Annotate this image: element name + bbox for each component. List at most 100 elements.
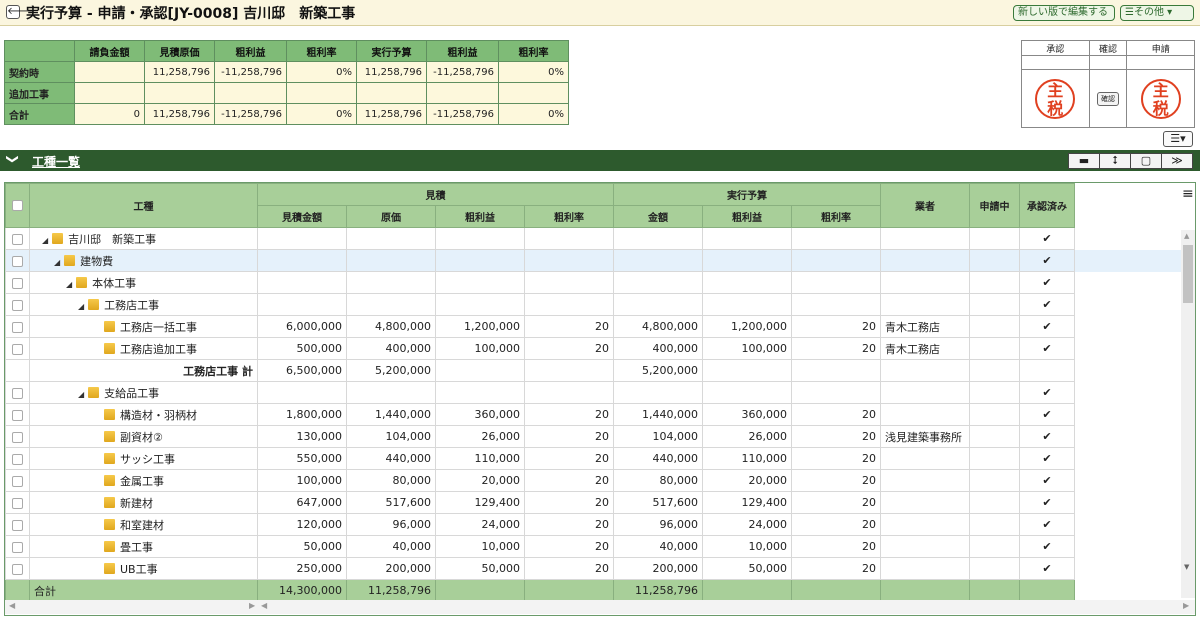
expand-triangle-icon[interactable]: ◢ bbox=[54, 258, 60, 267]
table-row[interactable]: ◢ 建物費 ✔ bbox=[5, 249, 1185, 272]
work-type-name[interactable]: 工務店一括工事 bbox=[120, 321, 197, 334]
scroll-right-icon-2[interactable]: ▶ bbox=[1183, 601, 1189, 610]
work-type-name[interactable]: 和室建材 bbox=[120, 519, 164, 532]
table-row[interactable]: 新建材 647,000 517,600 129,400 20 517,600 129,400… bbox=[5, 491, 1185, 514]
expand-triangle-icon[interactable]: ◢ bbox=[66, 280, 72, 289]
row-checkbox[interactable] bbox=[12, 233, 23, 245]
row-checkbox[interactable] bbox=[12, 453, 23, 465]
back-arrow-icon[interactable]: 🡐 bbox=[6, 5, 34, 19]
new-version-edit-button[interactable]: 新しい版で編集する bbox=[1013, 5, 1115, 21]
section-title[interactable]: 工種一覧 bbox=[32, 153, 80, 170]
table-row[interactable]: 金属工事 100,000 80,000 20,000 20 80,000 20,000 20 ✔ bbox=[5, 469, 1185, 492]
row-checkbox[interactable] bbox=[12, 409, 23, 421]
col-sub-0[interactable]: 見積金額 bbox=[257, 205, 347, 228]
row-checkbox[interactable] bbox=[12, 255, 23, 267]
table-row[interactable]: サッシ工事 550,000 440,000 110,000 20 440,000 110,0… bbox=[5, 447, 1185, 470]
col-vendor[interactable]: 業者 bbox=[880, 183, 970, 228]
amount-cell bbox=[524, 381, 614, 404]
confirm-button[interactable]: 確認 bbox=[1096, 92, 1119, 106]
row-checkbox[interactable] bbox=[12, 431, 23, 443]
work-type-name[interactable]: 新建材 bbox=[120, 497, 153, 510]
work-type-name[interactable]: 工務店工事 bbox=[104, 299, 159, 312]
expand-triangle-icon[interactable]: ◢ bbox=[42, 236, 48, 245]
table-row[interactable]: 副資材② 130,000 104,000 26,000 20 104,000 26,000 2… bbox=[5, 425, 1185, 448]
row-checkbox[interactable] bbox=[12, 563, 23, 575]
col-pending[interactable]: 申請中 bbox=[969, 183, 1020, 228]
resize-height-icon[interactable]: ⭥ bbox=[1099, 153, 1131, 169]
row-checkbox[interactable] bbox=[12, 277, 23, 289]
expand-triangle-icon[interactable]: ◢ bbox=[78, 390, 84, 399]
table-row[interactable]: UB工事 250,000 200,000 50,000 20 200,000 50,000 2… bbox=[5, 557, 1185, 580]
approved-cell: ✔ bbox=[1019, 337, 1075, 360]
work-type-name[interactable]: 吉川邸 新築工事 bbox=[68, 233, 156, 246]
scroll-left-icon[interactable]: ◀ bbox=[9, 601, 15, 610]
col-sub-1[interactable]: 原価 bbox=[346, 205, 436, 228]
vendor-cell bbox=[880, 249, 970, 272]
total-amount-cell bbox=[791, 579, 881, 602]
row-checkbox-cell bbox=[5, 359, 30, 382]
table-row[interactable]: ◢ 本体工事 ✔ bbox=[5, 271, 1185, 294]
amount-cell: 10,000 bbox=[435, 535, 525, 558]
other-menu-button[interactable]: ☰その他 ▾ bbox=[1120, 5, 1194, 21]
table-row[interactable]: 和室建材 120,000 96,000 24,000 20 96,000 24,000 20 ✔ bbox=[5, 513, 1185, 536]
table-row[interactable]: ◢ 支給品工事 ✔ bbox=[5, 381, 1185, 404]
row-checkbox[interactable] bbox=[12, 299, 23, 311]
work-type-name[interactable]: 構造材・羽柄材 bbox=[120, 409, 197, 422]
pending-cell bbox=[969, 271, 1020, 294]
total-amount-cell: 11,258,796 bbox=[346, 579, 436, 602]
work-type-name[interactable]: 畳工事 bbox=[120, 541, 153, 554]
table-row[interactable]: 工務店一括工事 6,000,000 4,800,000 1,200,000 20 4,80… bbox=[5, 315, 1185, 338]
scroll-up-icon[interactable]: ▲ bbox=[1184, 232, 1189, 240]
horizontal-scrollbar[interactable]: ◀ ▶ ◀ ▶ bbox=[5, 600, 1195, 614]
table-row[interactable]: 工務店工事 計 6,500,000 5,200,000 5,200,000 bbox=[5, 359, 1185, 382]
table-row[interactable]: 構造材・羽柄材 1,800,000 1,440,000 360,000 20 1,440,… bbox=[5, 403, 1185, 426]
col-approved[interactable]: 承認済み bbox=[1019, 183, 1075, 228]
work-type-name[interactable]: サッシ工事 bbox=[120, 453, 175, 466]
table-row[interactable]: ◢ 工務店工事 ✔ bbox=[5, 293, 1185, 316]
col-sub-2[interactable]: 粗利益 bbox=[435, 205, 525, 228]
vendor-cell: 青木工務店 bbox=[880, 337, 970, 360]
scroll-thumb[interactable] bbox=[1183, 245, 1193, 303]
col-kind[interactable]: 工種 bbox=[29, 183, 258, 228]
row-checkbox[interactable] bbox=[12, 387, 23, 399]
work-type-name[interactable]: 建物費 bbox=[80, 255, 113, 268]
amount-cell: 20 bbox=[791, 425, 881, 448]
minimize-icon[interactable]: ▬ bbox=[1068, 153, 1100, 169]
row-checkbox[interactable] bbox=[12, 343, 23, 355]
vertical-scrollbar[interactable]: ▲ ▼ bbox=[1181, 230, 1195, 598]
row-checkbox[interactable] bbox=[12, 497, 23, 509]
work-type-name[interactable]: 工務店追加工事 bbox=[120, 343, 197, 356]
scroll-down-icon[interactable]: ▼ bbox=[1184, 563, 1189, 571]
amount-cell: 40,000 bbox=[613, 535, 703, 558]
work-type-name[interactable]: 支給品工事 bbox=[104, 387, 159, 400]
work-type-name[interactable]: 金属工事 bbox=[120, 475, 164, 488]
vendor-cell bbox=[880, 513, 970, 536]
grid-menu-icon[interactable]: ≡ bbox=[1182, 186, 1194, 202]
col-sub-5[interactable]: 粗利益 bbox=[702, 205, 792, 228]
scroll-left-icon-2[interactable]: ◀ bbox=[261, 601, 267, 610]
restore-icon[interactable]: ▢ bbox=[1130, 153, 1162, 169]
expand-triangle-icon[interactable]: ◢ bbox=[78, 302, 84, 311]
work-type-name[interactable]: 副資材② bbox=[120, 431, 163, 444]
row-checkbox[interactable] bbox=[12, 519, 23, 531]
table-row[interactable]: 畳工事 50,000 40,000 10,000 20 40,000 10,000 20 ✔ bbox=[5, 535, 1185, 558]
pending-cell bbox=[969, 315, 1020, 338]
row-checkbox[interactable] bbox=[12, 475, 23, 487]
col-sub-4[interactable]: 金額 bbox=[613, 205, 703, 228]
expand-icon[interactable]: ≫ bbox=[1161, 153, 1193, 169]
scroll-right-icon[interactable]: ▶ bbox=[249, 601, 255, 610]
approval-menu-icon[interactable]: ☰▾ bbox=[1163, 131, 1193, 147]
collapse-chevron-icon[interactable]: ❯ bbox=[6, 154, 20, 164]
select-all-checkbox[interactable] bbox=[12, 199, 23, 211]
row-checkbox[interactable] bbox=[12, 541, 23, 553]
row-checkbox[interactable] bbox=[12, 321, 23, 333]
work-type-name[interactable]: UB工事 bbox=[120, 563, 158, 576]
row-checkbox-cell bbox=[5, 381, 30, 404]
col-sub-3[interactable]: 粗利率 bbox=[524, 205, 614, 228]
table-row[interactable]: ◢ 吉川邸 新築工事 ✔ bbox=[5, 227, 1185, 250]
col-sub-6[interactable]: 粗利率 bbox=[791, 205, 881, 228]
table-row[interactable]: 工務店追加工事 500,000 400,000 100,000 20 400,000 100… bbox=[5, 337, 1185, 360]
work-type-name[interactable]: 本体工事 bbox=[92, 277, 136, 290]
amount-cell: 360,000 bbox=[702, 403, 792, 426]
amount-cell bbox=[702, 271, 792, 294]
